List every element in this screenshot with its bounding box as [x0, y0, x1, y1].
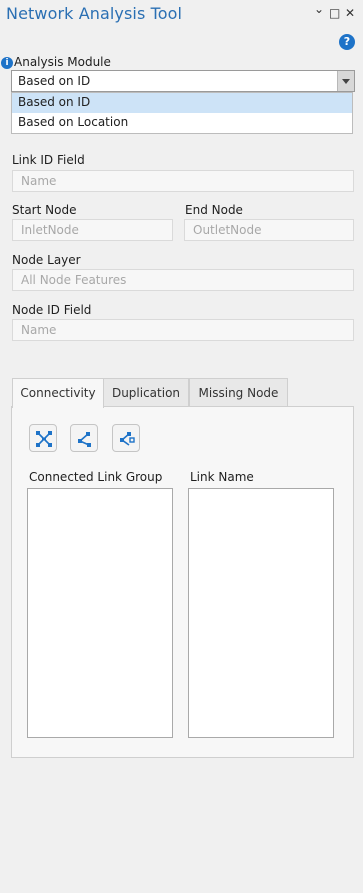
node-layer-input[interactable]: All Node Features [12, 269, 354, 291]
start-node-input[interactable]: InletNode [12, 219, 173, 241]
connected-link-group-label: Connected Link Group [29, 470, 163, 484]
option-based-on-location[interactable]: Based on Location [12, 113, 352, 133]
maximize-icon[interactable]: □ [329, 6, 340, 20]
analysis-module-value: Based on ID [18, 74, 91, 88]
dropdown-arrow-icon[interactable] [337, 71, 354, 91]
end-node-label: End Node [185, 203, 243, 217]
analysis-module-label: Analysis Module [14, 55, 111, 69]
analysis-module-select[interactable]: Based on ID [11, 70, 355, 92]
info-icon[interactable]: i [1, 57, 13, 69]
node-link-icon[interactable] [112, 424, 140, 452]
start-node-label: Start Node [12, 203, 77, 217]
close-icon[interactable]: ✕ [345, 6, 355, 20]
help-icon[interactable]: ? [339, 34, 355, 50]
tab-missing-node[interactable]: Missing Node [189, 378, 288, 407]
branch-icon[interactable] [70, 424, 98, 452]
analysis-module-dropdown: Based on ID Based on Location [11, 92, 353, 134]
link-id-field-label: Link ID Field [12, 153, 85, 167]
link-name-label: Link Name [190, 470, 254, 484]
node-id-field-input[interactable]: Name [12, 319, 354, 341]
window-title: Network Analysis Tool [6, 4, 183, 23]
menu-chevron-icon[interactable]: ⌄ [314, 2, 324, 16]
network-connect-icon[interactable] [29, 424, 57, 452]
node-id-field-label: Node ID Field [12, 303, 92, 317]
option-based-on-id[interactable]: Based on ID [12, 93, 352, 113]
link-id-field-input[interactable]: Name [12, 170, 354, 192]
node-layer-label: Node Layer [12, 253, 81, 267]
end-node-input[interactable]: OutletNode [184, 219, 354, 241]
tab-duplication[interactable]: Duplication [103, 378, 189, 407]
link-name-list[interactable] [188, 488, 334, 738]
connected-link-group-list[interactable] [27, 488, 173, 738]
tab-connectivity[interactable]: Connectivity [12, 378, 104, 408]
